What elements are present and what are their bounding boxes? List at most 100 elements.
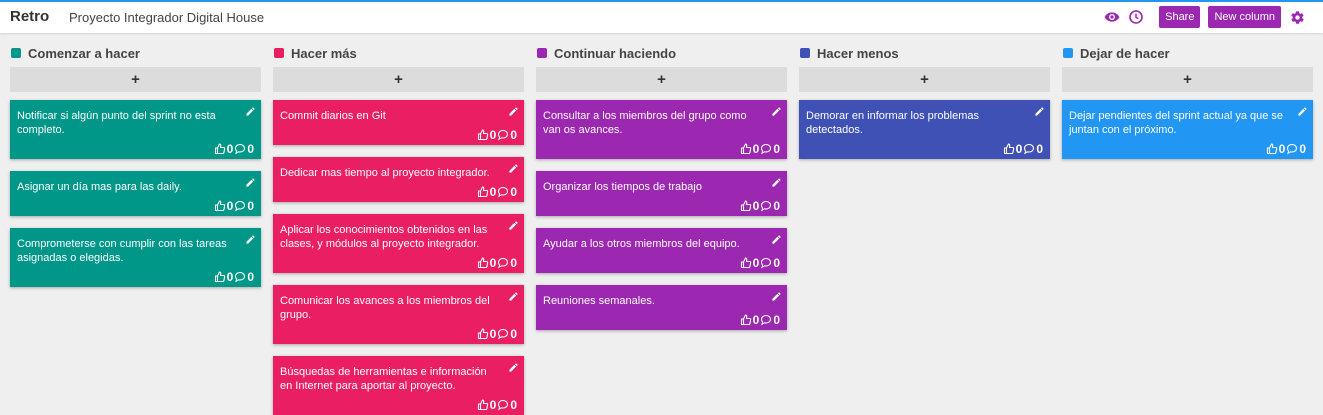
share-button[interactable]: Share xyxy=(1159,6,1201,28)
card[interactable]: Ayudar a los otros miembros del equipo. … xyxy=(536,228,787,273)
card-footer: 0 0 xyxy=(740,256,781,270)
column-comenzar-a-hacer: Comenzar a hacer + Notificar si algún pu… xyxy=(10,44,261,415)
pencil-icon[interactable] xyxy=(771,291,782,302)
pencil-icon[interactable] xyxy=(771,106,782,117)
column-header: Hacer menos xyxy=(799,44,1050,62)
column-color-dot xyxy=(800,48,810,58)
comment-count: 0 xyxy=(247,270,254,284)
card[interactable]: Comunicar los avances a los miembros del… xyxy=(273,285,524,344)
like-count: 0 xyxy=(226,270,234,284)
card[interactable]: Consultar a los miembros del grupo como … xyxy=(536,100,787,159)
like-count: 0 xyxy=(752,199,760,213)
card[interactable]: Reuniones semanales. 0 0 xyxy=(536,285,787,330)
board-columns: Comenzar a hacer + Notificar si algún pu… xyxy=(10,44,1313,415)
add-card-button[interactable]: + xyxy=(799,67,1050,92)
pencil-icon[interactable] xyxy=(245,106,256,117)
thumbs-up-icon[interactable] xyxy=(477,328,489,340)
comment-icon[interactable] xyxy=(234,143,246,155)
comment-icon[interactable] xyxy=(760,257,772,269)
clock-icon[interactable] xyxy=(1127,8,1145,26)
card[interactable]: Comprometerse con cumplir con las tareas… xyxy=(10,228,261,287)
column-title: Hacer más xyxy=(291,45,357,61)
pencil-icon[interactable] xyxy=(508,106,519,117)
thumbs-up-icon[interactable] xyxy=(1003,143,1015,155)
card[interactable]: Commit diarios en Git 0 0 xyxy=(273,100,524,145)
comment-icon[interactable] xyxy=(497,186,509,198)
pencil-icon[interactable] xyxy=(245,177,256,188)
pencil-icon[interactable] xyxy=(1297,106,1308,117)
eye-icon[interactable] xyxy=(1103,8,1121,26)
comment-icon[interactable] xyxy=(760,143,772,155)
comment-icon[interactable] xyxy=(497,399,509,411)
board-title: Proyecto Integrador Digital House xyxy=(69,10,265,25)
pencil-icon[interactable] xyxy=(771,177,782,188)
thumbs-up-icon[interactable] xyxy=(740,143,752,155)
card-footer: 0 0 xyxy=(1003,142,1044,156)
comment-count: 0 xyxy=(510,185,517,199)
pencil-icon[interactable] xyxy=(508,163,519,174)
thumbs-up-icon[interactable] xyxy=(740,257,752,269)
thumbs-up-icon[interactable] xyxy=(477,399,489,411)
comment-count: 0 xyxy=(510,128,517,142)
new-column-button[interactable]: New column xyxy=(1208,6,1281,28)
comment-icon[interactable] xyxy=(497,129,509,141)
card[interactable]: Búsquedas de herramientas e información … xyxy=(273,356,524,415)
card-text: Comprometerse con cumplir con las tareas… xyxy=(17,238,227,264)
thumbs-up-icon[interactable] xyxy=(477,257,489,269)
comment-icon[interactable] xyxy=(1023,143,1035,155)
card[interactable]: Notificar si algún punto del sprint no e… xyxy=(10,100,261,159)
like-count: 0 xyxy=(489,185,497,199)
thumbs-up-icon[interactable] xyxy=(740,314,752,326)
pencil-icon[interactable] xyxy=(245,234,256,245)
comment-icon[interactable] xyxy=(760,200,772,212)
top-bar: Retro Proyecto Integrador Digital House … xyxy=(0,0,1323,33)
comment-count: 0 xyxy=(773,313,780,327)
comment-icon[interactable] xyxy=(760,314,772,326)
comment-icon[interactable] xyxy=(1286,143,1298,155)
pencil-icon[interactable] xyxy=(508,291,519,302)
comment-count: 0 xyxy=(773,256,780,270)
card-footer: 0 0 xyxy=(214,142,255,156)
column-hacer-menos: Hacer menos + Demorar en informar los pr… xyxy=(799,44,1050,415)
pencil-icon[interactable] xyxy=(508,220,519,231)
thumbs-up-icon[interactable] xyxy=(214,143,226,155)
column-header: Comenzar a hacer xyxy=(10,44,261,62)
card[interactable]: Dedicar mas tiempo al proyecto integrado… xyxy=(273,157,524,202)
thumbs-up-icon[interactable] xyxy=(477,186,489,198)
thumbs-up-icon[interactable] xyxy=(1266,143,1278,155)
thumbs-up-icon[interactable] xyxy=(477,129,489,141)
like-count: 0 xyxy=(226,142,234,156)
thumbs-up-icon[interactable] xyxy=(214,271,226,283)
pencil-icon[interactable] xyxy=(508,362,519,373)
card[interactable]: Asignar un día mas para las daily. 0 0 xyxy=(10,171,261,216)
card-text: Búsquedas de herramientas e información … xyxy=(280,366,487,392)
thumbs-up-icon[interactable] xyxy=(214,200,226,212)
app-title: Retro xyxy=(10,8,50,25)
card-text: Notificar si algún punto del sprint no e… xyxy=(17,110,216,136)
card-text: Comunicar los avances a los miembros del… xyxy=(280,295,490,321)
gear-icon[interactable] xyxy=(1288,8,1306,26)
column-hacer-mas: Hacer más + Commit diarios en Git 0 0 De… xyxy=(273,44,524,415)
card-footer: 0 0 xyxy=(740,199,781,213)
comment-icon[interactable] xyxy=(234,200,246,212)
like-count: 0 xyxy=(489,327,497,341)
add-card-button[interactable]: + xyxy=(273,67,524,92)
card[interactable]: Organizar los tiempos de trabajo 0 0 xyxy=(536,171,787,216)
card[interactable]: Aplicar los conocimientos obtenidos en l… xyxy=(273,214,524,273)
comment-icon[interactable] xyxy=(234,271,246,283)
comment-icon[interactable] xyxy=(497,328,509,340)
card-text: Dejar pendientes del sprint actual ya qu… xyxy=(1069,110,1284,136)
column-color-dot xyxy=(537,48,547,58)
pencil-icon[interactable] xyxy=(771,234,782,245)
comment-icon[interactable] xyxy=(497,257,509,269)
add-card-button[interactable]: + xyxy=(1062,67,1313,92)
card-footer: 0 0 xyxy=(477,327,518,341)
card[interactable]: Demorar en informar los problemas detect… xyxy=(799,100,1050,159)
add-card-button[interactable]: + xyxy=(10,67,261,92)
add-card-button[interactable]: + xyxy=(536,67,787,92)
card[interactable]: Dejar pendientes del sprint actual ya qu… xyxy=(1062,100,1313,159)
card-text: Dedicar mas tiempo al proyecto integrado… xyxy=(280,167,490,179)
pencil-icon[interactable] xyxy=(1034,106,1045,117)
comment-count: 0 xyxy=(247,142,254,156)
thumbs-up-icon[interactable] xyxy=(740,200,752,212)
